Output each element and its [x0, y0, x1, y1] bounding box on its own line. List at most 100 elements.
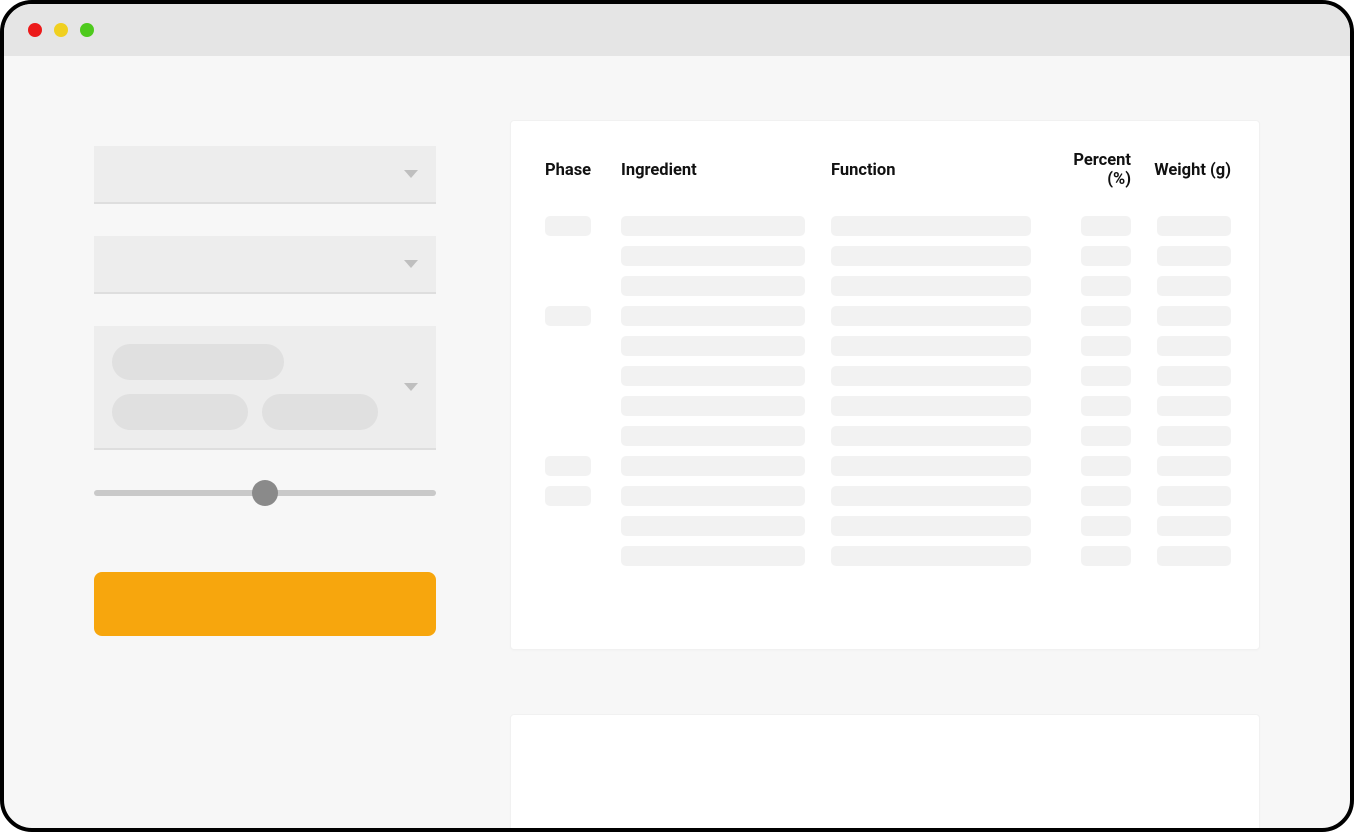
cell-ingredient [615, 211, 825, 241]
cell-function [825, 541, 1045, 571]
cell-weight [1137, 361, 1237, 391]
cell-percent [1045, 241, 1137, 271]
cell-percent [1045, 541, 1137, 571]
skeleton [1081, 546, 1131, 566]
cell-function [825, 241, 1045, 271]
formula-table: Phase Ingredient Function Percent (%) We… [539, 141, 1237, 571]
cell-function [825, 481, 1045, 511]
skeleton [831, 456, 1031, 476]
window-zoom-button[interactable] [80, 23, 94, 37]
cell-weight [1137, 211, 1237, 241]
cell-phase [539, 481, 615, 511]
cell-function [825, 301, 1045, 331]
cell-phase [539, 451, 615, 481]
main: Phase Ingredient Function Percent (%) We… [484, 56, 1350, 828]
chevron-down-icon [404, 170, 418, 178]
table-row [539, 301, 1237, 331]
skeleton [1081, 216, 1131, 236]
cell-phase [539, 361, 615, 391]
cell-ingredient [615, 331, 825, 361]
table-row [539, 361, 1237, 391]
cell-phase [539, 211, 615, 241]
cell-percent [1045, 451, 1137, 481]
col-phase: Phase [539, 141, 615, 211]
table-row [539, 211, 1237, 241]
skeleton [621, 426, 805, 446]
skeleton [831, 486, 1031, 506]
cell-percent [1045, 481, 1137, 511]
cell-function [825, 451, 1045, 481]
skeleton [621, 216, 805, 236]
skeleton [1157, 336, 1231, 356]
cell-weight [1137, 391, 1237, 421]
skeleton [831, 216, 1031, 236]
skeleton [1157, 516, 1231, 536]
skeleton [621, 486, 805, 506]
cell-percent [1045, 421, 1137, 451]
cell-phase [539, 331, 615, 361]
select-2[interactable] [94, 236, 436, 294]
col-function: Function [825, 141, 1045, 211]
cell-ingredient [615, 451, 825, 481]
skeleton [621, 276, 805, 296]
skeleton [1157, 306, 1231, 326]
cell-ingredient [615, 541, 825, 571]
cell-ingredient [615, 511, 825, 541]
skeleton [1081, 456, 1131, 476]
cell-function [825, 361, 1045, 391]
table-row [539, 451, 1237, 481]
cell-weight [1137, 511, 1237, 541]
skeleton [1081, 336, 1131, 356]
skeleton [831, 396, 1031, 416]
cell-weight [1137, 541, 1237, 571]
workspace: Phase Ingredient Function Percent (%) We… [4, 56, 1350, 828]
cell-ingredient [615, 361, 825, 391]
cell-function [825, 391, 1045, 421]
slider-thumb[interactable] [252, 480, 278, 506]
select-1[interactable] [94, 146, 436, 204]
cell-percent [1045, 511, 1137, 541]
col-weight: Weight (g) [1137, 141, 1237, 211]
formula-table-card: Phase Ingredient Function Percent (%) We… [510, 120, 1260, 650]
table-row [539, 421, 1237, 451]
skeleton [1081, 396, 1131, 416]
table-body [539, 211, 1237, 571]
skeleton [1081, 306, 1131, 326]
table-row [539, 241, 1237, 271]
table-row [539, 271, 1237, 301]
secondary-card [510, 714, 1260, 828]
cell-weight [1137, 241, 1237, 271]
chip[interactable] [112, 394, 248, 430]
app-window: Phase Ingredient Function Percent (%) We… [0, 0, 1354, 832]
cell-percent [1045, 301, 1137, 331]
skeleton [1081, 366, 1131, 386]
cell-function [825, 271, 1045, 301]
cell-weight [1137, 331, 1237, 361]
skeleton [621, 456, 805, 476]
col-ingredient: Ingredient [615, 141, 825, 211]
window-minimize-button[interactable] [54, 23, 68, 37]
chip-multiselect[interactable] [94, 326, 436, 450]
skeleton [1157, 396, 1231, 416]
cell-percent [1045, 331, 1137, 361]
table-row [539, 511, 1237, 541]
cell-percent [1045, 361, 1137, 391]
chip[interactable] [112, 344, 284, 380]
skeleton [545, 486, 591, 506]
skeleton [621, 306, 805, 326]
skeleton [545, 306, 591, 326]
skeleton [1157, 456, 1231, 476]
cell-phase [539, 271, 615, 301]
skeleton [621, 546, 805, 566]
skeleton [545, 456, 591, 476]
skeleton [1081, 246, 1131, 266]
chip[interactable] [262, 394, 378, 430]
cell-percent [1045, 271, 1137, 301]
cell-phase [539, 301, 615, 331]
slider[interactable] [94, 490, 436, 496]
cell-weight [1137, 451, 1237, 481]
primary-action-button[interactable] [94, 572, 436, 636]
window-close-button[interactable] [28, 23, 42, 37]
cell-phase [539, 511, 615, 541]
skeleton [621, 336, 805, 356]
